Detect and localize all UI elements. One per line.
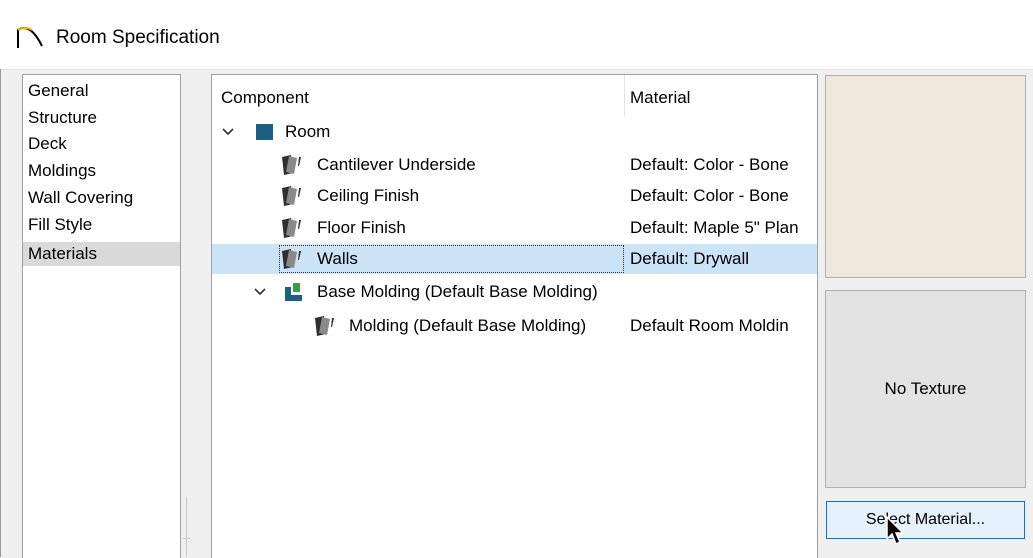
select-material-button[interactable]: Select Material... [826,501,1025,539]
chevron-down-icon[interactable] [221,125,235,139]
material-swatch-icon [282,218,301,238]
material-swatch-icon [315,316,334,336]
tree-row[interactable]: Cantilever Underside Default: Color - Bo… [212,150,817,180]
title-bar: Room Specification [0,0,1033,70]
material-value: Default: Maple 5" Plan [630,218,799,237]
molding-profile-icon [285,283,302,301]
column-header-material[interactable]: Material [630,75,690,119]
arch-icon [17,27,43,48]
component-label: Base Molding (Default Base Molding) [317,282,598,301]
nav-item-fill-style[interactable]: Fill Style [23,213,180,237]
material-value: Default Room Moldin [630,316,789,335]
component-label: Walls [317,249,358,268]
material-swatch-icon [282,186,301,206]
component-label: Molding (Default Base Molding) [349,316,587,335]
material-value: Default: Color - Bone [630,186,789,205]
material-color-preview [825,75,1026,278]
material-value: Default: Drywall [630,249,750,268]
nav-item-wall-covering[interactable]: Wall Covering [23,186,180,210]
component-tree[interactable]: Component Material Room Cantilever Under… [211,74,818,558]
nav-item-moldings[interactable]: Moldings [23,159,180,183]
window-title: Room Specification [56,27,220,48]
component-label: Floor Finish [317,218,406,237]
window-border [0,69,1,557]
room-square-icon [256,124,273,140]
column-header-component[interactable]: Component [221,75,309,119]
splitter-grip[interactable] [183,538,190,539]
panel-splitter[interactable] [186,497,187,557]
material-texture-preview: No Texture [825,290,1026,488]
nav-item-materials[interactable]: Materials [23,242,180,266]
mouse-cursor-icon [886,515,905,546]
chevron-down-icon[interactable] [253,285,267,299]
component-label: Room [285,122,331,141]
component-label: Ceiling Finish [317,186,420,205]
category-list[interactable]: General Structure Deck Moldings Wall Cov… [22,74,181,558]
component-label: Cantilever Underside [317,155,476,174]
tree-row-room[interactable]: Room [212,117,817,147]
nav-item-deck[interactable]: Deck [23,132,180,156]
nav-item-structure[interactable]: Structure [23,106,180,130]
tree-row-selected[interactable]: Walls Default: Drywall [212,244,817,274]
material-swatch-icon [282,249,301,269]
tree-row[interactable]: Ceiling Finish Default: Color - Bone [212,181,817,211]
tree-row-base-molding[interactable]: Base Molding (Default Base Molding) [212,277,817,307]
tree-row[interactable]: Floor Finish Default: Maple 5" Plan [212,213,817,243]
tree-row[interactable]: Molding (Default Base Molding) Default R… [212,311,817,341]
material-value: Default: Color - Bone [630,155,789,174]
material-swatch-icon [282,155,301,175]
nav-item-general[interactable]: General [23,79,180,103]
column-divider[interactable] [624,75,625,117]
no-texture-label: No Texture [884,379,967,398]
